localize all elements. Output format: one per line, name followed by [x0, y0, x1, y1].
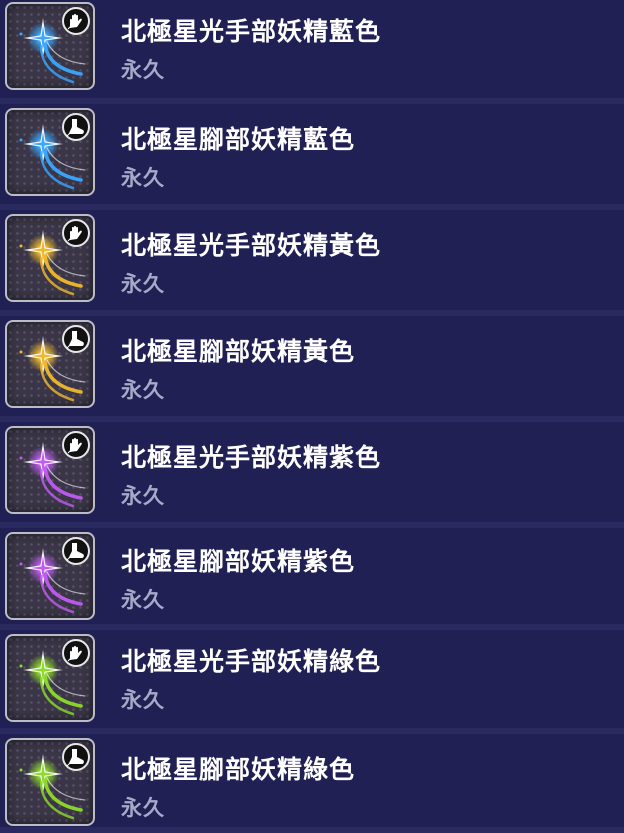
item-duration: 永久: [121, 688, 165, 712]
item-title: 北極星光手部妖精紫色: [121, 443, 382, 472]
list-item[interactable]: 北極星腳部妖精紫色 永久: [0, 528, 624, 630]
list-item[interactable]: 北極星光手部妖精綠色 永久: [0, 630, 624, 734]
list-item[interactable]: 北極星腳部妖精藍色 永久: [0, 104, 624, 210]
boot-icon: [62, 113, 90, 141]
item-duration: 永久: [121, 272, 165, 296]
item-title: 北極星腳部妖精綠色: [121, 755, 356, 784]
item-thumbnail: [5, 2, 95, 90]
list-item[interactable]: 北極星腳部妖精黃色 永久: [0, 316, 624, 422]
item-title: 北極星腳部妖精紫色: [121, 547, 356, 576]
boot-icon: [62, 743, 90, 771]
item-title: 北極星腳部妖精黃色: [121, 337, 356, 366]
glove-icon: [62, 219, 90, 247]
glove-icon: [62, 7, 90, 35]
glove-icon: [62, 639, 90, 667]
item-thumbnail: [5, 634, 95, 722]
item-duration: 永久: [121, 166, 165, 190]
boot-icon: [62, 325, 90, 353]
item-thumbnail: [5, 532, 95, 620]
list-item[interactable]: 北極星腳部妖精綠色 永久: [0, 734, 624, 833]
list-item[interactable]: 北極星光手部妖精黃色 永久: [0, 210, 624, 316]
item-title: 北極星腳部妖精藍色: [121, 125, 356, 154]
item-thumbnail: [5, 738, 95, 826]
item-duration: 永久: [121, 484, 165, 508]
glove-icon: [62, 431, 90, 459]
item-title: 北極星光手部妖精黃色: [121, 231, 382, 260]
item-duration: 永久: [121, 378, 165, 402]
item-duration: 永久: [121, 588, 165, 612]
item-duration: 永久: [121, 58, 165, 82]
list-item[interactable]: 北極星光手部妖精紫色 永久: [0, 422, 624, 528]
item-list: 北極星光手部妖精藍色 永久 北極星腳部妖精藍色 永久 北極星光手部妖精黃色 永久…: [0, 0, 624, 833]
item-thumbnail: [5, 320, 95, 408]
list-item[interactable]: 北極星光手部妖精藍色 永久: [0, 0, 624, 104]
item-duration: 永久: [121, 796, 165, 820]
item-title: 北極星光手部妖精綠色: [121, 647, 382, 676]
item-thumbnail: [5, 426, 95, 514]
item-thumbnail: [5, 108, 95, 196]
item-title: 北極星光手部妖精藍色: [121, 17, 382, 46]
item-thumbnail: [5, 214, 95, 302]
boot-icon: [62, 537, 90, 565]
